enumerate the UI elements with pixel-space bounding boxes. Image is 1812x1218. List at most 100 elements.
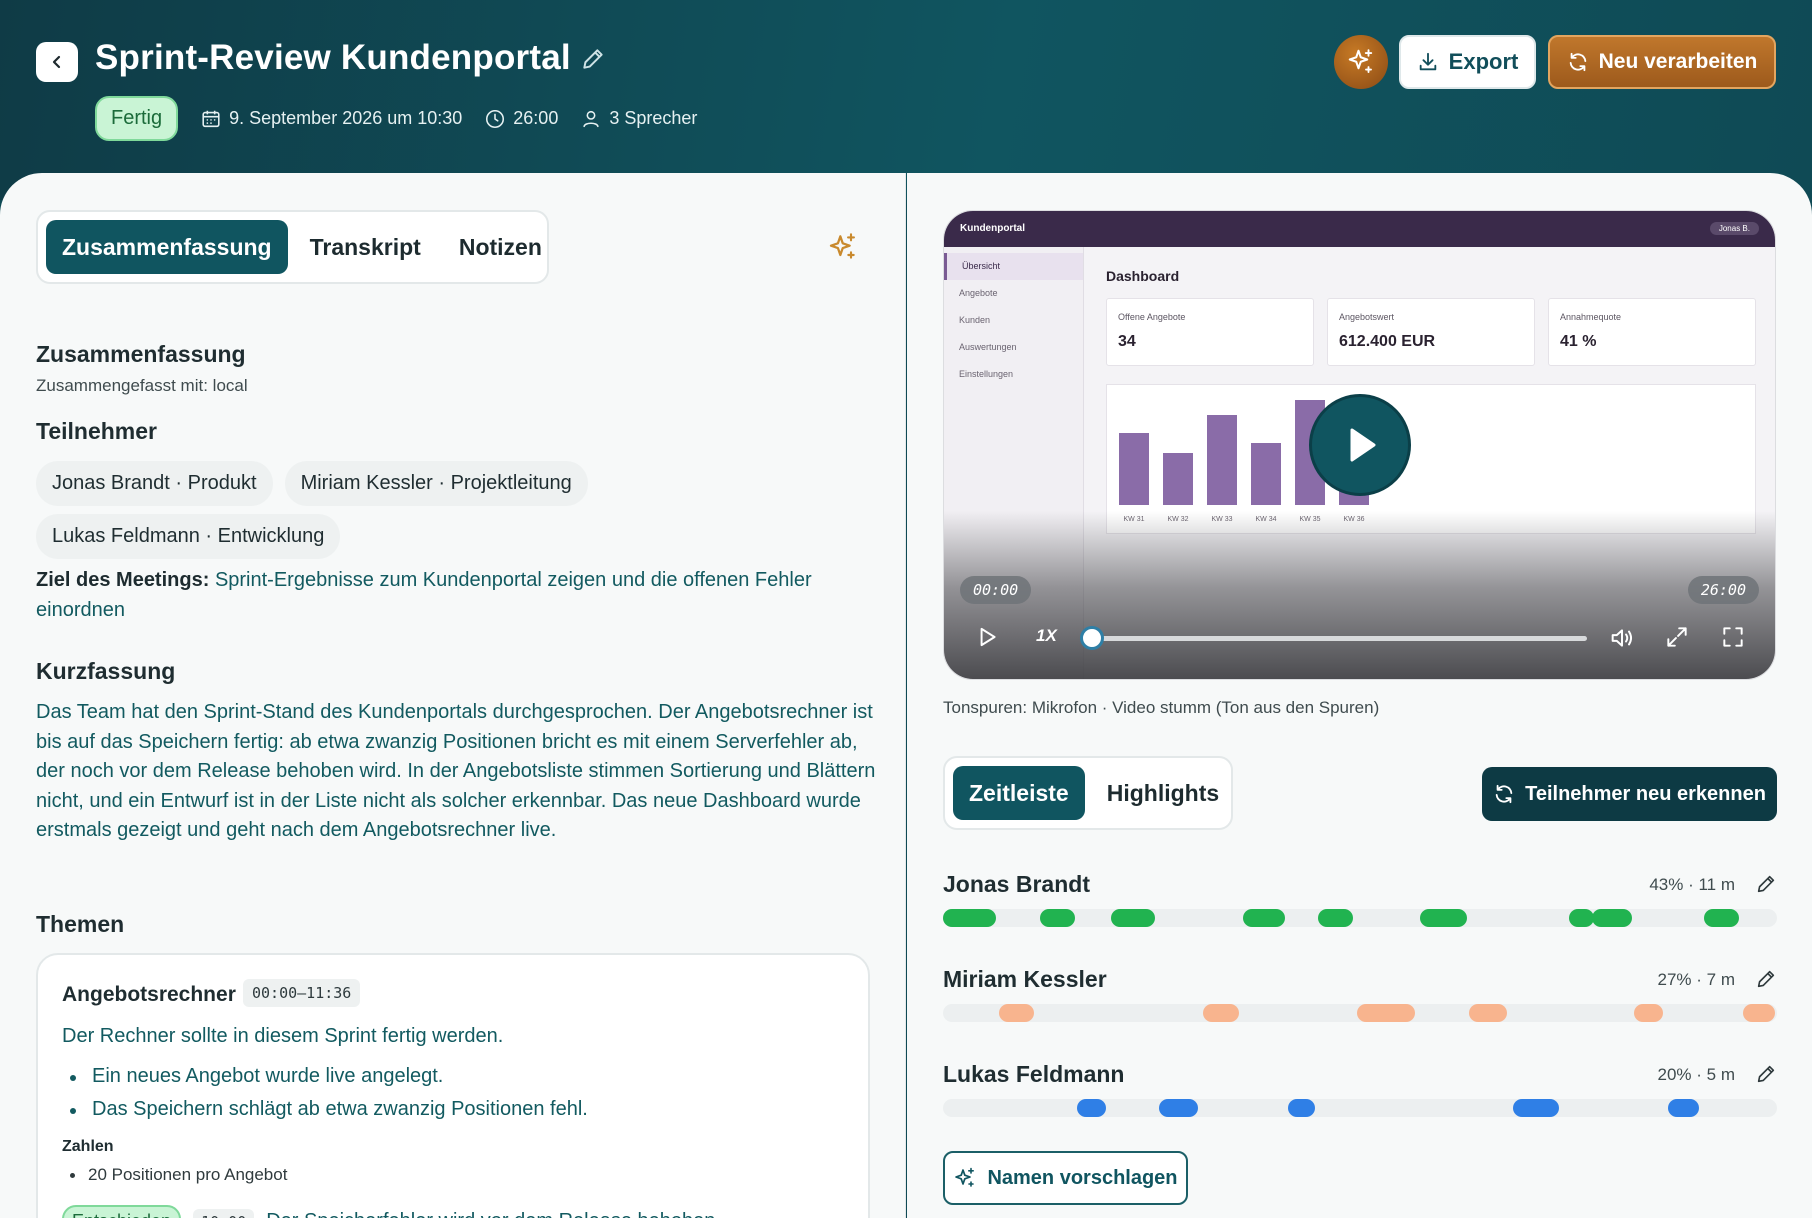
edit-speaker-button[interactable] bbox=[1755, 1063, 1777, 1090]
video-frame-kpi: Offene Angebote 34 bbox=[1106, 298, 1314, 366]
speaker-timeline[interactable] bbox=[943, 1099, 1777, 1117]
chart-bar bbox=[1119, 433, 1149, 505]
page-title: Sprint-Review Kundenportal bbox=[95, 38, 571, 77]
redetect-label: Teilnehmer neu erkennen bbox=[1525, 782, 1766, 805]
pencil-icon bbox=[1757, 970, 1775, 988]
play-icon bbox=[1350, 428, 1376, 462]
fullscreen-icon bbox=[1723, 627, 1743, 647]
video-frame-nav-item: Einstellungen bbox=[959, 369, 1014, 379]
number-item: 20 Positionen pro Angebot bbox=[62, 1165, 287, 1185]
seek-handle[interactable] bbox=[1080, 626, 1104, 650]
speech-segment[interactable] bbox=[1634, 1004, 1663, 1022]
meta-speakers: 3 Sprecher bbox=[580, 108, 697, 130]
play-overlay-button[interactable] bbox=[1309, 394, 1411, 496]
sparkles-icon bbox=[955, 1167, 975, 1187]
volume-icon bbox=[1611, 629, 1633, 647]
export-label: Export bbox=[1448, 49, 1519, 74]
speech-segment[interactable] bbox=[1420, 909, 1467, 927]
tab-notes[interactable]: Notizen bbox=[443, 220, 558, 274]
video-controls-shade bbox=[944, 511, 1775, 679]
topic-time[interactable]: 00:00–11:36 bbox=[243, 979, 361, 1007]
play-button[interactable] bbox=[974, 624, 1000, 655]
ai-assist-button[interactable] bbox=[1334, 35, 1388, 89]
speech-segment[interactable] bbox=[1569, 909, 1594, 927]
speech-segment[interactable] bbox=[1743, 1004, 1775, 1022]
play-icon bbox=[980, 627, 996, 647]
chart-bar bbox=[1251, 443, 1281, 505]
speech-segment[interactable] bbox=[1203, 1004, 1239, 1022]
speech-segment[interactable] bbox=[1704, 909, 1739, 927]
video-frame-nav-item: Kunden bbox=[959, 315, 991, 325]
redetect-participants-button[interactable]: Teilnehmer neu erkennen bbox=[1482, 767, 1777, 821]
speech-segment[interactable] bbox=[1077, 1099, 1106, 1117]
clock-icon bbox=[486, 109, 505, 128]
audio-tracks-note: Tonspuren: Mikrofon · Video stumm (Ton a… bbox=[943, 698, 1380, 717]
fullscreen-button[interactable] bbox=[1720, 624, 1746, 655]
speech-segment[interactable] bbox=[1668, 1099, 1699, 1117]
kpi-value: 34 bbox=[1118, 333, 1136, 350]
speaker-stat: 20% · 5 m bbox=[1657, 1065, 1735, 1084]
tab-highlights[interactable]: Highlights bbox=[1091, 766, 1235, 820]
tab-transcript[interactable]: Transkript bbox=[294, 220, 437, 274]
pencil-icon bbox=[1757, 1065, 1775, 1083]
speech-segment[interactable] bbox=[943, 909, 996, 927]
pencil-icon bbox=[583, 49, 603, 69]
pencil-icon bbox=[1757, 875, 1775, 893]
speech-segment[interactable] bbox=[1592, 909, 1632, 927]
participant-chip: Lukas Feldmann · Entwicklung bbox=[36, 514, 341, 559]
content-tabs: Zusammenfassung Transkript Notizen bbox=[36, 210, 549, 284]
speech-segment[interactable] bbox=[1243, 909, 1285, 927]
video-frame-nav-item: Übersicht bbox=[944, 253, 1083, 280]
video-frame-user: Jonas B. bbox=[1709, 222, 1759, 235]
back-button[interactable] bbox=[36, 42, 78, 82]
speech-segment[interactable] bbox=[999, 1004, 1034, 1022]
video-frame-app-title: Kundenportal bbox=[960, 223, 1025, 234]
decision-time[interactable]: 10:00 bbox=[193, 1208, 255, 1218]
suggest-names-button[interactable]: Namen vorschlagen bbox=[943, 1151, 1188, 1205]
ai-summary-button[interactable] bbox=[827, 231, 859, 268]
expand-button[interactable] bbox=[1664, 624, 1690, 655]
video-player[interactable]: Kundenportal Jonas B. Übersicht Angebote… bbox=[943, 210, 1776, 680]
speech-segment[interactable] bbox=[1513, 1099, 1559, 1117]
topics-heading: Themen bbox=[36, 911, 125, 937]
participants-row-2: Lukas Feldmann · Entwicklung bbox=[36, 514, 341, 559]
calendar-icon bbox=[202, 110, 220, 127]
speech-segment[interactable] bbox=[1159, 1099, 1198, 1117]
goal-label: Ziel des Meetings: bbox=[36, 569, 210, 591]
volume-button[interactable] bbox=[1608, 624, 1636, 657]
speech-segment[interactable] bbox=[1040, 909, 1075, 927]
kpi-label: Angebotswert bbox=[1339, 312, 1395, 322]
summary-heading: Zusammenfassung bbox=[36, 341, 246, 367]
participant-chip: Miriam Kessler · Projektleitung bbox=[284, 461, 588, 506]
speech-segment[interactable] bbox=[1357, 1004, 1415, 1022]
status-badge: Fertig bbox=[95, 96, 179, 141]
speech-segment[interactable] bbox=[1469, 1004, 1507, 1022]
edit-title-button[interactable] bbox=[580, 46, 606, 77]
export-button[interactable]: Export bbox=[1399, 35, 1536, 89]
meta-date-text: 9. September 2026 um 10:30 bbox=[229, 108, 463, 128]
speed-button[interactable]: 1X bbox=[1036, 626, 1057, 646]
chevron-left-icon bbox=[52, 55, 61, 69]
summarized-with: Zusammengefasst mit: local bbox=[36, 376, 248, 395]
speech-segment[interactable] bbox=[1111, 909, 1155, 927]
speaker-timeline[interactable] bbox=[943, 909, 1777, 927]
speaker-stat: 27% · 7 m bbox=[1657, 970, 1735, 989]
speech-segment[interactable] bbox=[1288, 1099, 1315, 1117]
reprocess-button[interactable]: Neu verarbeiten bbox=[1548, 35, 1776, 89]
meta-duration: 26:00 bbox=[484, 108, 558, 130]
meeting-goal: Ziel des Meetings: Sprint-Ergebnisse zum… bbox=[36, 565, 876, 625]
meta-duration-text: 26:00 bbox=[513, 108, 559, 128]
edit-speaker-button[interactable] bbox=[1755, 873, 1777, 900]
tab-timeline[interactable]: Zeitleiste bbox=[953, 766, 1085, 820]
video-frame-nav-item: Angebote bbox=[959, 288, 998, 298]
speaker-timeline[interactable] bbox=[943, 1004, 1777, 1022]
edit-speaker-button[interactable] bbox=[1755, 968, 1777, 995]
video-frame-topbar: Kundenportal Jonas B. bbox=[944, 211, 1775, 247]
speech-segment[interactable] bbox=[1318, 909, 1353, 927]
numbers-heading: Zahlen bbox=[62, 1138, 114, 1155]
kpi-value: 612.400 EUR bbox=[1339, 333, 1436, 350]
participants-row-1: Jonas Brandt · Produkt Miriam Kessler · … bbox=[36, 461, 588, 506]
video-frame-dashboard-title: Dashboard bbox=[1106, 268, 1180, 284]
tab-summary[interactable]: Zusammenfassung bbox=[46, 220, 288, 274]
seek-bar[interactable] bbox=[1092, 636, 1587, 641]
